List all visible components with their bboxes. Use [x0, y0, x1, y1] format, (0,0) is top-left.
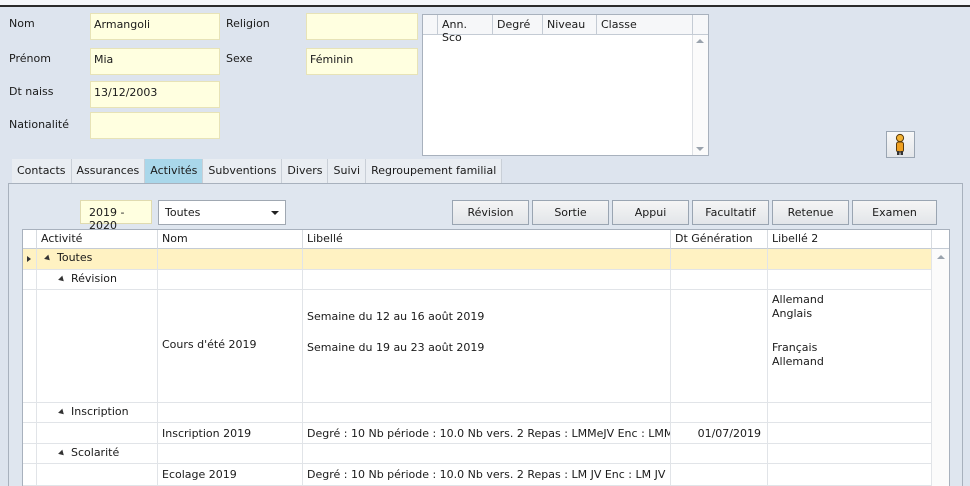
table-row[interactable]: Cours d'été 2019 Semaine du 12 au 16 aoû…: [23, 290, 932, 403]
person-button[interactable]: [886, 131, 915, 158]
person-icon: [895, 133, 905, 155]
nom-label: Nom: [9, 17, 35, 30]
cell-libelle: Semaine du 12 au 16 août 2019 Semaine du…: [303, 290, 671, 402]
expand-icon[interactable]: [58, 449, 66, 457]
table-row[interactable]: Révision: [23, 270, 932, 290]
col-libelle2[interactable]: Libellé 2: [768, 230, 932, 249]
table-row[interactable]: Inscription: [23, 403, 932, 423]
scolarite-grid[interactable]: Ann. Sco Degré Niveau Classe: [422, 14, 709, 156]
scroll-up-icon[interactable]: [696, 39, 704, 43]
filter-dropdown-value: Toutes: [165, 206, 201, 219]
cell-dt-generation: 01/07/2019: [671, 423, 768, 443]
cell-libelle: Degré : 10 Nb période : 10.0 Nb vers. 2 …: [303, 423, 671, 443]
tab-activites[interactable]: Activités: [145, 159, 204, 183]
col-libelle[interactable]: Libellé: [303, 230, 671, 249]
scolarite-scrollbar[interactable]: [692, 35, 708, 155]
window-top-strip: [0, 0, 970, 7]
tab-assurances[interactable]: Assurances: [71, 159, 146, 183]
tab-bar: Contacts Assurances Activités Subvention…: [12, 159, 503, 183]
cell-nom: Cours d'été 2019: [158, 290, 303, 402]
nom-field[interactable]: Armangoli: [90, 13, 220, 40]
header-spacer: [932, 230, 949, 249]
scolarite-row-indicator-header: [423, 15, 438, 34]
cell-libelle: Degré : 10 Nb période : 10.0 Nb vers. 2 …: [303, 464, 671, 485]
scolarite-col-annsco[interactable]: Ann. Sco: [438, 15, 493, 44]
activities-scrollbar[interactable]: [931, 249, 949, 486]
nationalite-label: Nationalité: [9, 118, 69, 131]
year-field[interactable]: 2019 - 2020: [80, 200, 152, 232]
appui-button[interactable]: Appui: [612, 200, 689, 225]
dtnaiss-field[interactable]: 13/12/2003: [90, 81, 220, 108]
expand-icon[interactable]: [44, 254, 52, 262]
row-indicator: [23, 249, 37, 269]
tab-contacts[interactable]: Contacts: [12, 159, 72, 183]
tab-subventions[interactable]: Subventions: [203, 159, 283, 183]
scolarite-col-degre[interactable]: Degré: [493, 15, 543, 34]
filter-dropdown[interactable]: Toutes: [158, 200, 286, 225]
examen-button[interactable]: Examen: [852, 200, 937, 225]
retenue-button[interactable]: Retenue: [772, 200, 849, 225]
sortie-button[interactable]: Sortie: [532, 200, 609, 225]
cell-nom: Inscription 2019: [158, 423, 303, 443]
revision-button[interactable]: Révision: [452, 200, 529, 225]
tree-node-scolarite[interactable]: Scolarité: [37, 444, 158, 463]
religion-field[interactable]: [306, 13, 418, 40]
tree-node-revision[interactable]: Révision: [37, 270, 158, 289]
facultatif-button[interactable]: Facultatif: [692, 200, 769, 225]
sexe-label: Sexe: [226, 52, 253, 65]
table-row[interactable]: Scolarité: [23, 444, 932, 464]
col-activite[interactable]: Activité: [37, 230, 158, 249]
scolarite-grid-header: Ann. Sco Degré Niveau Classe: [423, 15, 708, 44]
row-selected-icon: [27, 256, 31, 262]
nationalite-field[interactable]: [90, 112, 220, 139]
scroll-down-icon[interactable]: [696, 147, 704, 151]
tab-divers[interactable]: Divers: [282, 159, 329, 183]
sexe-field[interactable]: Féminin: [306, 48, 418, 75]
scroll-up-icon[interactable]: [937, 255, 945, 259]
cell-nom: Ecolage 2019: [158, 464, 303, 485]
activities-grid[interactable]: Activité Nom Libellé Dt Génération Libel…: [22, 229, 950, 486]
dtnaiss-label: Dt naiss: [9, 85, 54, 98]
tree-node-toutes[interactable]: Toutes: [37, 249, 158, 269]
tree-node-inscription[interactable]: Inscription: [37, 403, 158, 422]
table-row[interactable]: Ecolage 2019 Degré : 10 Nb période : 10.…: [23, 464, 932, 486]
table-row[interactable]: Inscription 2019 Degré : 10 Nb période :…: [23, 423, 932, 444]
tab-regroupement-familial[interactable]: Regroupement familial: [366, 159, 503, 183]
scolarite-col-classe[interactable]: Classe: [597, 15, 693, 34]
prenom-field[interactable]: Mia: [90, 48, 220, 75]
expand-icon[interactable]: [58, 408, 66, 416]
chevron-down-icon: [271, 211, 279, 215]
prenom-label: Prénom: [9, 52, 51, 65]
religion-label: Religion: [226, 17, 270, 30]
cell-libelle2: Allemand Anglais Français Allemand: [768, 290, 932, 402]
table-row[interactable]: Toutes: [23, 249, 932, 270]
col-nom[interactable]: Nom: [158, 230, 303, 249]
scolarite-col-niveau[interactable]: Niveau: [543, 15, 597, 34]
row-indicator-header: [23, 230, 37, 249]
col-dt-generation[interactable]: Dt Génération: [671, 230, 768, 249]
expand-icon[interactable]: [58, 275, 66, 283]
tab-suivi[interactable]: Suivi: [328, 159, 367, 183]
